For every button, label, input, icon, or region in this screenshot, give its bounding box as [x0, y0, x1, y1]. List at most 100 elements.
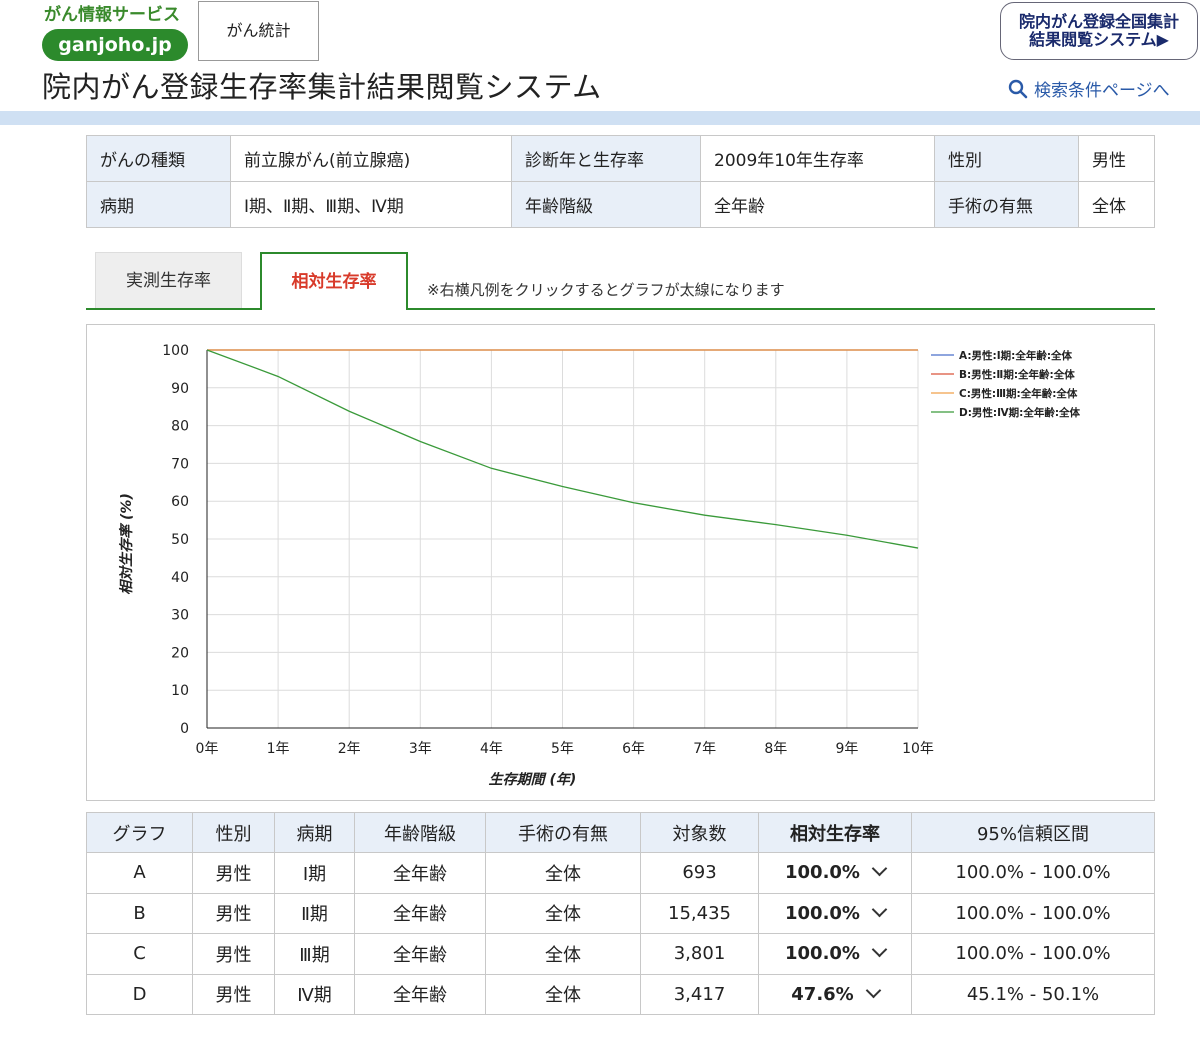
cell-count: 693	[640, 852, 759, 894]
cell-count: 3,417	[640, 973, 759, 1015]
condition-label: 病期	[86, 181, 231, 228]
cell-graph: D	[86, 973, 193, 1015]
results-header-row: グラフ 性別 病期 年齢階級 手術の有無 対象数 相対生存率 95%信頼区間	[86, 812, 1155, 853]
legend-item[interactable]: C:男性:Ⅲ期:全年齢:全体	[959, 387, 1078, 400]
cell-graph: C	[86, 933, 193, 975]
cancer-statistics-button[interactable]: がん統計	[198, 1, 319, 61]
cell-relative-rate[interactable]: 47.6%	[758, 973, 912, 1015]
table-row: D 男性 Ⅳ期 全年齢 全体 3,417 47.6% 45.1% - 50.1%	[86, 973, 1155, 1015]
condition-label: 診断年と生存率	[511, 135, 701, 182]
cell-surgery: 全体	[485, 933, 641, 975]
y-tick-label: 50	[171, 532, 189, 548]
x-tick-label: 5年	[551, 741, 574, 757]
site-logo-pill[interactable]: ganjoho.jp	[42, 29, 188, 61]
col-header-ci: 95%信頼区間	[911, 812, 1155, 853]
condition-value: Ⅰ期、Ⅱ期、Ⅲ期、Ⅳ期	[230, 181, 512, 228]
condition-value: 男性	[1078, 135, 1155, 182]
conditions-row: 病期 Ⅰ期、Ⅱ期、Ⅲ期、Ⅳ期 年齢階級 全年齢 手術の有無 全体	[86, 181, 1155, 228]
cell-surgery: 全体	[485, 852, 641, 894]
results-table: グラフ 性別 病期 年齢階級 手術の有無 対象数 相対生存率 95%信頼区間 A…	[86, 812, 1155, 1015]
legend-item[interactable]: B:男性:Ⅱ期:全年齢:全体	[959, 368, 1075, 381]
y-tick-label: 100	[162, 343, 189, 359]
cell-ci: 100.0% - 100.0%	[911, 892, 1155, 934]
y-tick-label: 60	[171, 494, 189, 510]
page: がん情報サービス ganjoho.jp がん統計 院内がん登録生存率集計結果閲覧…	[0, 0, 1200, 1038]
y-tick-label: 30	[171, 608, 189, 624]
search-conditions-link[interactable]: 検索条件ページへ	[1008, 76, 1170, 101]
cell-count: 15,435	[640, 892, 759, 934]
tab-underline	[86, 308, 1155, 310]
col-header-surgery: 手術の有無	[485, 812, 641, 853]
x-tick-label: 1年	[267, 741, 290, 757]
y-tick-label: 10	[171, 683, 189, 699]
x-tick-label: 4年	[480, 741, 503, 757]
legend-click-note: ※右横凡例をクリックするとグラフが太線になります	[427, 281, 785, 299]
cell-stage: Ⅲ期	[274, 933, 355, 975]
y-tick-label: 90	[171, 381, 189, 397]
x-tick-label: 2年	[338, 741, 361, 757]
rate-value: 47.6%	[791, 983, 854, 1005]
condition-label: 性別	[934, 135, 1079, 182]
condition-value: 全体	[1078, 181, 1155, 228]
national-system-link[interactable]: 院内がん登録全国集計 結果閲覧システム▶	[1000, 2, 1198, 60]
cell-graph: A	[86, 852, 193, 894]
x-tick-label: 10年	[902, 741, 934, 757]
cell-stage: Ⅱ期	[274, 892, 355, 934]
cell-relative-rate[interactable]: 100.0%	[758, 852, 912, 894]
y-tick-label: 80	[171, 419, 189, 435]
cell-count: 3,801	[640, 933, 759, 975]
national-system-link-line2: 結果閲覧システム▶	[1029, 30, 1169, 49]
chart-svg: 0 10 20 30 40 50 60 70 80 90 100 0年 1年 2年 3年 4年 5年 6年 7年 8年…	[118, 343, 1081, 788]
cell-ci: 100.0% - 100.0%	[911, 933, 1155, 975]
table-row: A 男性 Ⅰ期 全年齢 全体 693 100.0% 100.0% - 100.0…	[86, 852, 1155, 894]
y-tick-label: 40	[171, 570, 189, 586]
cell-ci: 100.0% - 100.0%	[911, 852, 1155, 894]
conditions-table: がんの種類 前立腺がん(前立腺癌) 診断年と生存率 2009年10年生存率 性別…	[86, 135, 1155, 228]
rate-value: 100.0%	[785, 943, 860, 965]
header-band	[0, 111, 1200, 125]
conditions-row: がんの種類 前立腺がん(前立腺癌) 診断年と生存率 2009年10年生存率 性別…	[86, 135, 1155, 182]
tab-relative-survival[interactable]: 相対生存率	[260, 252, 408, 310]
chevron-down-icon[interactable]	[871, 901, 888, 918]
cell-sex: 男性	[192, 852, 275, 894]
cell-age: 全年齢	[354, 892, 486, 934]
cell-age: 全年齢	[354, 933, 486, 975]
condition-label: 手術の有無	[934, 181, 1079, 228]
x-tick-label: 0年	[196, 741, 219, 757]
legend-item[interactable]: D:男性:Ⅳ期:全年齢:全体	[959, 406, 1081, 419]
cell-surgery: 全体	[485, 973, 641, 1015]
search-icon	[1008, 79, 1028, 99]
tab-observed-survival[interactable]: 実測生存率	[95, 252, 242, 308]
rate-value: 100.0%	[785, 902, 860, 924]
cell-sex: 男性	[192, 933, 275, 975]
x-tick-label: 8年	[764, 741, 787, 757]
cell-ci: 45.1% - 50.1%	[911, 973, 1155, 1015]
cell-relative-rate[interactable]: 100.0%	[758, 892, 912, 934]
national-system-link-line1: 院内がん登録全国集計	[1018, 12, 1179, 31]
col-header-relative-rate[interactable]: 相対生存率	[758, 812, 912, 853]
col-header-age: 年齢階級	[354, 812, 486, 853]
cell-relative-rate[interactable]: 100.0%	[758, 933, 912, 975]
cell-age: 全年齢	[354, 973, 486, 1015]
cell-sex: 男性	[192, 973, 275, 1015]
survival-chart: 0 10 20 30 40 50 60 70 80 90 100 0年 1年 2年 3年 4年 5年 6年 7年 8年…	[86, 324, 1155, 801]
chevron-down-icon[interactable]	[871, 941, 888, 958]
chevron-down-icon[interactable]	[871, 860, 888, 877]
y-axis-title: 相対生存率 (%)	[118, 493, 135, 595]
condition-label: がんの種類	[86, 135, 231, 182]
table-row: C 男性 Ⅲ期 全年齢 全体 3,801 100.0% 100.0% - 100…	[86, 933, 1155, 975]
col-header-stage: 病期	[274, 812, 355, 853]
cell-sex: 男性	[192, 892, 275, 934]
chevron-down-icon[interactable]	[865, 982, 881, 999]
cell-stage: Ⅰ期	[274, 852, 355, 894]
y-tick-label: 70	[171, 456, 189, 472]
legend-item[interactable]: A:男性:Ⅰ期:全年齢:全体	[959, 349, 1073, 362]
x-tick-label: 9年	[835, 741, 858, 757]
cell-surgery: 全体	[485, 892, 641, 934]
site-logo-text[interactable]: がん情報サービス	[44, 0, 180, 25]
x-tick-label: 3年	[409, 741, 432, 757]
condition-value: 2009年10年生存率	[700, 135, 935, 182]
x-axis-title: 生存期間 (年)	[489, 771, 577, 788]
search-conditions-label: 検索条件ページへ	[1034, 81, 1170, 101]
condition-label: 年齢階級	[511, 181, 701, 228]
